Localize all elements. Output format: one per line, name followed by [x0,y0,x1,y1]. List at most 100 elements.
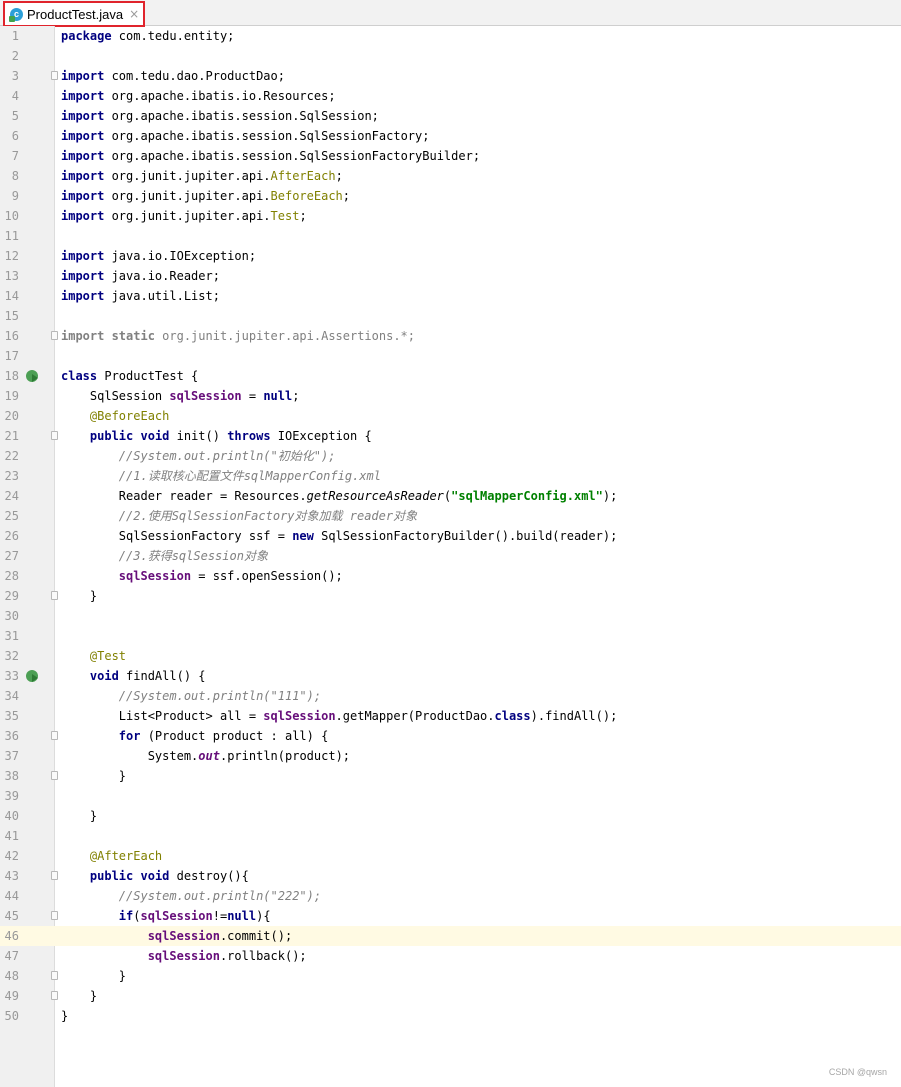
code-text: List<Product> all = sqlSession.getMapper… [61,709,618,723]
code-line[interactable]: 16 import static org.junit.jupiter.api.As… [0,326,901,346]
line-number: 26 [4,529,19,543]
code-line[interactable]: 26 SqlSessionFactory ssf = new SqlSessio… [0,526,901,546]
code-line[interactable]: 39 [0,786,901,806]
code-line[interactable]: 44 //System.out.println("222"); [0,886,901,906]
line-number: 9 [11,189,19,203]
code-line[interactable]: 31 [0,626,901,646]
code-line[interactable]: 5 import org.apache.ibatis.session.SqlSes… [0,106,901,126]
code-text: //3.获得sqlSession对象 [118,549,268,563]
line-number: 17 [4,349,19,363]
line-number: 21 [4,429,19,443]
code-line[interactable]: 24 Reader reader = Resources.getResource… [0,486,901,506]
code-line[interactable]: 38 } [0,766,901,786]
code-line[interactable]: 41 [0,826,901,846]
code-line[interactable]: 18 class ProductTest { [0,366,901,386]
line-number: 38 [4,769,19,783]
code-line[interactable]: 36 for (Product product : all) { [0,726,901,746]
code-line[interactable]: 32 @Test [0,646,901,666]
code-line[interactable]: 28 sqlSession = ssf.openSession(); [0,566,901,586]
fold-marker-icon[interactable] [51,971,58,980]
code-line[interactable]: 35 List<Product> all = sqlSession.getMap… [0,706,901,726]
code-line[interactable]: 1 package com.tedu.entity; [0,26,901,46]
code-line[interactable]: 50} [0,1006,901,1026]
line-number: 23 [4,469,19,483]
code-line[interactable]: 45 if(sqlSession!=null){ [0,906,901,926]
fold-marker-icon[interactable] [51,331,58,340]
fold-marker-icon[interactable] [51,871,58,880]
code-line[interactable]: 20 @BeforeEach [0,406,901,426]
code-line[interactable]: 13 import java.io.Reader; [0,266,901,286]
code-text: public void init() throws IOException { [89,429,372,443]
code-line[interactable]: 15 [0,306,901,326]
line-number: 8 [11,169,19,183]
fold-marker-icon[interactable] [51,71,58,80]
code-line[interactable]: 33 void findAll() { [0,666,901,686]
code-line[interactable]: 37 System.out.println(product); [0,746,901,766]
fold-marker-icon[interactable] [51,731,58,740]
code-text: import org.apache.ibatis.session.SqlSess… [61,149,481,163]
code-line[interactable]: 43 public void destroy(){ [0,866,901,886]
fold-marker-icon[interactable] [51,431,58,440]
code-line[interactable]: 9 import org.junit.jupiter.api.BeforeEach… [0,186,901,206]
code-line[interactable]: 8 import org.junit.jupiter.api.AfterEach; [0,166,901,186]
code-line[interactable]: 3 import com.tedu.dao.ProductDao; [0,66,901,86]
code-line[interactable]: 10 import org.junit.jupiter.api.Test; [0,206,901,226]
code-line[interactable]: 47 sqlSession.rollback(); [0,946,901,966]
code-line[interactable]: 4 import org.apache.ibatis.io.Resources; [0,86,901,106]
line-number: 15 [4,309,19,323]
code-editor[interactable]: 1 package com.tedu.entity; 2 3 import com.te… [0,26,901,1026]
code-text: void findAll() { [89,669,206,683]
code-line[interactable]: 7 import org.apache.ibatis.session.SqlSes… [0,146,901,166]
code-line[interactable]: 30 [0,606,901,626]
code-line[interactable]: 25 //2.使用SqlSessionFactory对象加载 reader对象 [0,506,901,526]
code-text: for (Product product : all) { [118,729,329,743]
code-line[interactable]: 42 @AfterEach [0,846,901,866]
run-test-icon[interactable] [26,370,38,382]
line-number: 4 [11,89,19,103]
code-line[interactable]: 34 //System.out.println("111"); [0,686,901,706]
line-number: 14 [4,289,19,303]
code-line[interactable]: 12 import java.io.IOException; [0,246,901,266]
line-number: 24 [4,489,19,503]
java-class-icon: c [9,7,23,22]
code-line[interactable]: 19 SqlSession sqlSession = null; [0,386,901,406]
run-test-icon[interactable] [26,670,38,682]
code-line[interactable]: 2 [0,46,901,66]
code-line[interactable]: 6 import org.apache.ibatis.session.SqlSes… [0,126,901,146]
code-text: } [61,1009,69,1023]
fold-marker-icon[interactable] [51,591,58,600]
code-line[interactable]: 17 [0,346,901,366]
code-text: //System.out.println("初始化"); [118,449,336,463]
code-text: System.out.println(product); [61,749,351,763]
code-line[interactable]: 23 //1.读取核心配置文件sqlMapperConfig.xml [0,466,901,486]
code-line[interactable]: 29 } [0,586,901,606]
line-number: 37 [4,749,19,763]
code-text: //1.读取核心配置文件sqlMapperConfig.xml [118,469,381,483]
fold-marker-icon[interactable] [51,771,58,780]
code-line[interactable]: 48 } [0,966,901,986]
line-number: 1 [11,29,19,43]
tab-product-test-java[interactable]: c ProductTest.java × [3,1,145,27]
line-number: 18 [4,369,19,383]
code-line[interactable]: 27 //3.获得sqlSession对象 [0,546,901,566]
code-line[interactable]: 22 //System.out.println("初始化"); [0,446,901,466]
code-line[interactable]: 49 } [0,986,901,1006]
code-text: //System.out.println("222"); [118,889,322,903]
code-text: import org.junit.jupiter.api.Test; [61,209,307,223]
code-line[interactable]: 21 public void init() throws IOException… [0,426,901,446]
code-line[interactable]: 46 sqlSession.commit(); [0,926,901,946]
line-number: 12 [4,249,19,263]
code-text: } [61,589,98,603]
fold-marker-icon[interactable] [51,991,58,1000]
close-icon[interactable]: × [129,7,139,21]
code-line[interactable]: 11 [0,226,901,246]
code-line[interactable]: 40 } [0,806,901,826]
line-number: 43 [4,869,19,883]
line-number: 13 [4,269,19,283]
line-number: 16 [4,329,19,343]
fold-marker-icon[interactable] [51,911,58,920]
code-text: sqlSession.rollback(); [147,949,307,963]
code-line[interactable]: 14 import java.util.List; [0,286,901,306]
code-text: } [61,809,98,823]
code-text: import java.io.Reader; [61,269,220,283]
